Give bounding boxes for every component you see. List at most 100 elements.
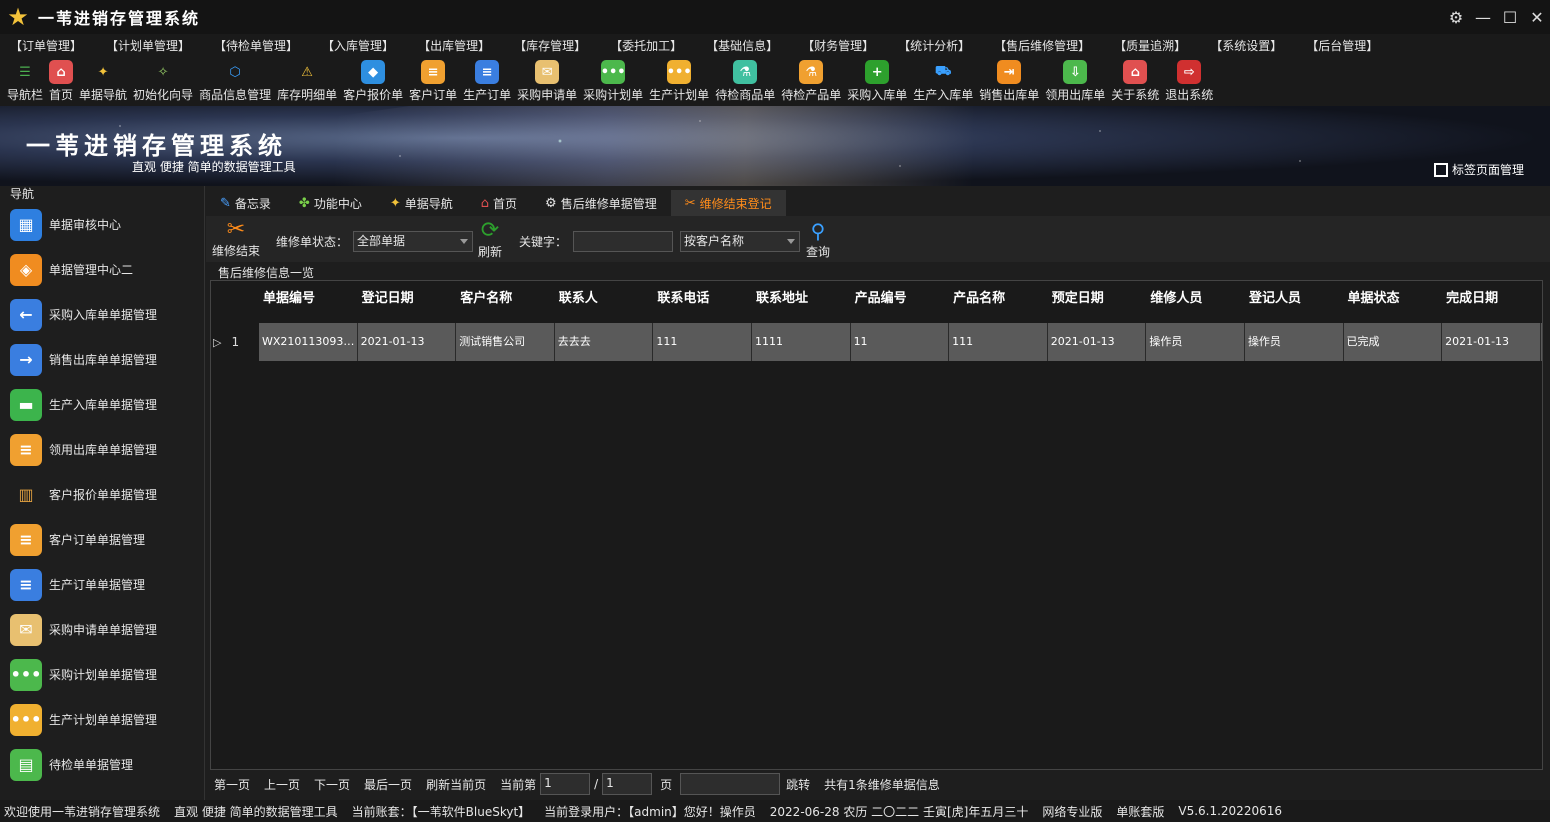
toolbar-button[interactable]: ≡ 生产订单: [460, 56, 514, 106]
toolbar-button[interactable]: ✧ 初始化向导: [130, 56, 196, 106]
tab[interactable]: ⚙ 售后维修单据管理: [531, 190, 671, 216]
nav-item[interactable]: ← 采购入库单单据管理: [0, 292, 204, 337]
menu-item[interactable]: 【基础信息】: [706, 37, 778, 54]
column-header[interactable]: 产品名称: [949, 281, 1048, 317]
menu-item[interactable]: 【质量追溯】: [1114, 37, 1186, 54]
table-cell[interactable]: 2021-01-13: [1048, 323, 1147, 361]
column-header[interactable]: 登记人员: [1245, 281, 1344, 317]
status-select[interactable]: 全部单据: [353, 231, 473, 252]
column-header[interactable]: 联系电话: [653, 281, 752, 317]
toolbar-button[interactable]: ⇩ 领用出库单: [1042, 56, 1108, 106]
toolbar-button[interactable]: ⬡ 商品信息管理: [196, 56, 274, 106]
column-header[interactable]: 完成日期: [1442, 281, 1541, 317]
table-cell[interactable]: WX2101130936...: [259, 323, 358, 361]
tab-manager-button[interactable]: 标签页面管理: [1433, 161, 1524, 178]
menu-item[interactable]: 【委托加工】: [610, 37, 682, 54]
tab[interactable]: ✤ 功能中心: [285, 190, 376, 216]
nav-item[interactable]: ▥ 客户报价单单据管理: [0, 472, 204, 517]
column-header[interactable]: 维修人员: [1146, 281, 1245, 317]
menu-item[interactable]: 【入库管理】: [322, 37, 394, 54]
nav-item[interactable]: ▦ 单据审核中心: [0, 202, 204, 247]
column-header[interactable]: 单据状态: [1344, 281, 1443, 317]
toolbar-button[interactable]: ⚗ 待检产品单: [778, 56, 844, 106]
table-cell[interactable]: 去去去: [555, 323, 654, 361]
toolbar-button[interactable]: ⛟ 生产入库单: [910, 56, 976, 106]
toolbar-button[interactable]: ••• 采购计划单: [580, 56, 646, 106]
first-page-button[interactable]: 第一页: [214, 776, 250, 793]
menu-item[interactable]: 【系统设置】: [1210, 37, 1282, 54]
column-header[interactable]: 预定日期: [1048, 281, 1147, 317]
menu-item[interactable]: 【统计分析】: [898, 37, 970, 54]
jump-page-input[interactable]: [680, 773, 781, 795]
toolbar-button[interactable]: ✦ 单据导航: [76, 56, 130, 106]
nav-item[interactable]: ✉ 采购申请单单据管理: [0, 607, 204, 652]
menu-item[interactable]: 【财务管理】: [802, 37, 874, 54]
current-page-input[interactable]: 1: [540, 773, 591, 795]
column-header[interactable]: 登记日期: [358, 281, 457, 317]
toolbar-button[interactable]: ⌂ 关于系统: [1108, 56, 1162, 106]
refresh-button[interactable]: ⟳ 刷新: [478, 219, 502, 260]
jump-button[interactable]: 跳转: [786, 776, 810, 793]
tab[interactable]: ✦ 单据导航: [376, 190, 467, 216]
tab[interactable]: ✂ 维修结束登记: [670, 190, 786, 216]
table-cell[interactable]: 2021-01-13: [1442, 323, 1541, 361]
nav-item[interactable]: ≡ 客户订单单据管理: [0, 517, 204, 562]
toolbar-button[interactable]: ☰ 导航栏: [4, 56, 46, 106]
toolbar-button[interactable]: + 采购入库单: [844, 56, 910, 106]
table-row[interactable]: ▷ 1 WX2101130936... 2021-01-13 测试销售公司 去去去 111 1…: [211, 323, 1542, 361]
settings-gear-icon[interactable]: ⚙: [1443, 8, 1469, 27]
menu-item[interactable]: 【库存管理】: [514, 37, 586, 54]
toolbar-button[interactable]: ⇥ 销售出库单: [976, 56, 1042, 106]
tools-icon: ⚙: [545, 195, 557, 211]
menu-item[interactable]: 【后台管理】: [1306, 37, 1378, 54]
column-header[interactable]: 联系地址: [752, 281, 851, 317]
last-page-button[interactable]: 最后一页: [364, 776, 412, 793]
menu-item[interactable]: 【计划单管理】: [106, 37, 190, 54]
close-icon[interactable]: ✕: [1524, 8, 1550, 27]
toolbar-button[interactable]: ⇨ 退出系统: [1162, 56, 1216, 106]
nav-item[interactable]: → 销售出库单单据管理: [0, 337, 204, 382]
column-header[interactable]: 产品编号: [851, 281, 950, 317]
toolbar-button[interactable]: ≡ 客户订单: [406, 56, 460, 106]
table-cell[interactable]: 2021-01-13: [358, 323, 457, 361]
menu-item[interactable]: 【订单管理】: [10, 37, 82, 54]
table-cell[interactable]: 111: [949, 323, 1048, 361]
prev-page-button[interactable]: 上一页: [264, 776, 300, 793]
toolbar-button[interactable]: ⚠ 库存明细单: [274, 56, 340, 106]
search-by-select[interactable]: 按客户名称: [680, 231, 800, 252]
nav-item[interactable]: ••• 生产计划单单据管理: [0, 697, 204, 742]
keyword-input[interactable]: [573, 231, 673, 252]
nav-item[interactable]: ≡ 领用出库单单据管理: [0, 427, 204, 472]
table-cell[interactable]: 11: [851, 323, 950, 361]
toolbar-button[interactable]: ◆ 客户报价单: [340, 56, 406, 106]
maximize-icon[interactable]: ☐: [1497, 8, 1523, 27]
column-header[interactable]: 联系人: [555, 281, 654, 317]
tab[interactable]: ⌂ 首页: [467, 190, 531, 216]
table-cell[interactable]: 已完成: [1344, 323, 1443, 361]
nav-item[interactable]: ▬ 生产入库单单据管理: [0, 382, 204, 427]
toolbar-button[interactable]: ⌂ 首页: [46, 56, 76, 106]
finish-repair-button[interactable]: ✂ 维修结束: [212, 218, 260, 259]
column-header[interactable]: 客户名称: [456, 281, 555, 317]
nav-item[interactable]: ▤ 待检单单据管理: [0, 742, 204, 787]
toolbar-button[interactable]: ••• 生产计划单: [646, 56, 712, 106]
nav-item[interactable]: ••• 采购计划单单据管理: [0, 652, 204, 697]
refresh-page-button[interactable]: 刷新当前页: [426, 776, 486, 793]
column-header[interactable]: 单据编号: [259, 281, 358, 317]
table-cell[interactable]: 操作员: [1146, 323, 1245, 361]
minimize-icon[interactable]: —: [1470, 8, 1496, 27]
table-cell[interactable]: 测试销售公司: [456, 323, 555, 361]
tab[interactable]: ✎ 备忘录: [206, 190, 285, 216]
menu-item[interactable]: 【售后维修管理】: [994, 37, 1090, 54]
menu-item[interactable]: 【待检单管理】: [214, 37, 298, 54]
search-button[interactable]: ⚲ 查询: [806, 219, 830, 260]
nav-item[interactable]: ≡ 生产订单单据管理: [0, 562, 204, 607]
toolbar-button[interactable]: ✉ 采购申请单: [514, 56, 580, 106]
table-cell[interactable]: 111: [653, 323, 752, 361]
nav-item[interactable]: ◈ 单据管理中心二: [0, 247, 204, 292]
table-cell[interactable]: 操作员: [1245, 323, 1344, 361]
next-page-button[interactable]: 下一页: [314, 776, 350, 793]
menu-item[interactable]: 【出库管理】: [418, 37, 490, 54]
table-cell[interactable]: 1111: [752, 323, 851, 361]
toolbar-button[interactable]: ⚗ 待检商品单: [712, 56, 778, 106]
